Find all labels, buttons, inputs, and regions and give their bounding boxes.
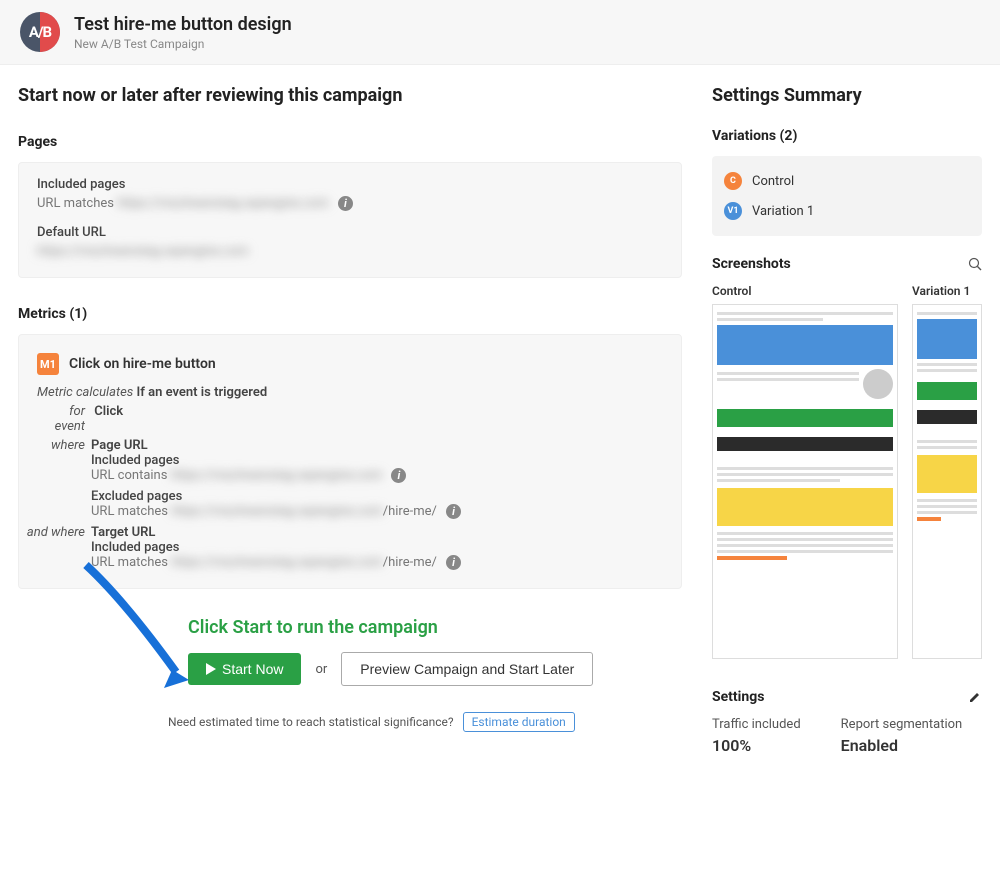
start-now-label: Start Now (222, 661, 283, 677)
info-icon[interactable]: i (446, 555, 461, 570)
play-icon (206, 663, 216, 675)
control-badge-icon: C (724, 172, 742, 190)
target-url-label: Target URL (91, 525, 461, 540)
campaign-title: Test hire-me button design (74, 14, 292, 35)
hire-me-suffix2: /hire-me/ (383, 555, 437, 570)
and-where-label: and where (15, 525, 91, 570)
estimate-duration-button[interactable]: Estimate duration (463, 712, 575, 732)
screenshot-control-title: Control (712, 284, 898, 298)
control-label: Control (752, 174, 794, 189)
estimate-question: Need estimated time to reach statistical… (168, 715, 454, 729)
preview-later-button[interactable]: Preview Campaign and Start Later (341, 652, 593, 686)
for-event-value: Click (94, 404, 123, 419)
pages-section-label: Pages (18, 134, 682, 150)
info-icon[interactable]: i (391, 468, 406, 483)
campaign-subtitle: New A/B Test Campaign (74, 37, 292, 51)
screenshot-control-preview (712, 304, 898, 659)
for-event-label: for event (37, 404, 91, 434)
url-contains-value: https://mschwenstag.wpengine.com (171, 468, 383, 483)
url-matches-value2: https://mschwenstag.wpengine.com (171, 504, 383, 519)
metric-calc-prefix: Metric calculates (37, 385, 133, 400)
url-matches-value: https://mschwenstag.wpengine.com (117, 196, 329, 211)
page-header: A/B Test hire-me button design New A/B T… (0, 0, 1000, 65)
metrics-section-label: Metrics (1) (18, 306, 682, 322)
included-pages-sub2: Included pages (91, 540, 461, 555)
traffic-value: 100% (712, 736, 801, 755)
settings-heading: Settings (712, 689, 982, 705)
info-icon[interactable]: i (338, 196, 353, 211)
settings-label: Settings (712, 689, 764, 705)
hire-me-suffix1: /hire-me/ (383, 504, 437, 519)
header-titles: Test hire-me button design New A/B Test … (74, 14, 292, 51)
variation1-label: Variation 1 (752, 204, 814, 219)
variations-box: C Control V1 Variation 1 (712, 156, 982, 236)
page-url-label: Page URL (91, 438, 461, 453)
included-pages-label: Included pages (37, 177, 663, 192)
screenshots-label: Screenshots (712, 256, 791, 272)
or-text: or (315, 662, 327, 677)
metric-calc-value: If an event is triggered (137, 385, 268, 400)
report-value: Enabled (841, 736, 963, 755)
settings-summary-heading: Settings Summary (712, 85, 982, 106)
variation-1-row[interactable]: V1 Variation 1 (724, 196, 970, 226)
screenshot-control[interactable]: Control (712, 284, 898, 659)
m1-badge: M1 (37, 353, 59, 375)
variations-label: Variations (2) (712, 128, 797, 144)
screenshot-variation1[interactable]: Variation 1 (912, 284, 982, 659)
url-contains-label: URL contains (91, 468, 167, 483)
info-icon[interactable]: i (446, 504, 461, 519)
edit-icon[interactable] (968, 690, 982, 704)
url-matches-value3: https://mschwenstag.wpengine.com (171, 555, 383, 570)
settings-grid: Traffic included 100% Report segmentatio… (712, 717, 982, 755)
default-url-value: https://mschwenstag.wpengine.com (37, 244, 249, 259)
page-heading: Start now or later after reviewing this … (18, 85, 682, 106)
report-label: Report segmentation (841, 717, 963, 732)
excluded-pages-sub: Excluded pages (91, 489, 461, 504)
url-matches-label3: URL matches (91, 555, 168, 570)
variations-heading: Variations (2) (712, 128, 982, 144)
metrics-box: M1 Click on hire-me button Metric calcul… (18, 334, 682, 589)
traffic-label: Traffic included (712, 717, 801, 732)
url-matches-label2: URL matches (91, 504, 168, 519)
variation-control-row[interactable]: C Control (724, 166, 970, 196)
screenshot-variation1-preview (912, 304, 982, 659)
ab-logo-icon: A/B (20, 12, 60, 52)
screenshot-variation1-title: Variation 1 (912, 284, 982, 298)
start-now-button[interactable]: Start Now (188, 653, 301, 685)
included-pages-sub: Included pages (91, 453, 461, 468)
variation1-badge-icon: V1 (724, 202, 742, 220)
url-matches-row: URL matches https://mschwenstag.wpengine… (37, 196, 663, 211)
callout-annotation: Click Start to run the campaign (188, 617, 682, 638)
pages-box: Included pages URL matches https://mschw… (18, 162, 682, 278)
metric-title: Click on hire-me button (69, 356, 216, 372)
where-label: where (37, 438, 91, 519)
search-icon[interactable] (968, 257, 982, 271)
screenshots-heading: Screenshots (712, 256, 982, 272)
default-url-label: Default URL (37, 225, 663, 240)
url-matches-label: URL matches (37, 196, 114, 211)
ab-logo-text: A/B (29, 23, 51, 41)
